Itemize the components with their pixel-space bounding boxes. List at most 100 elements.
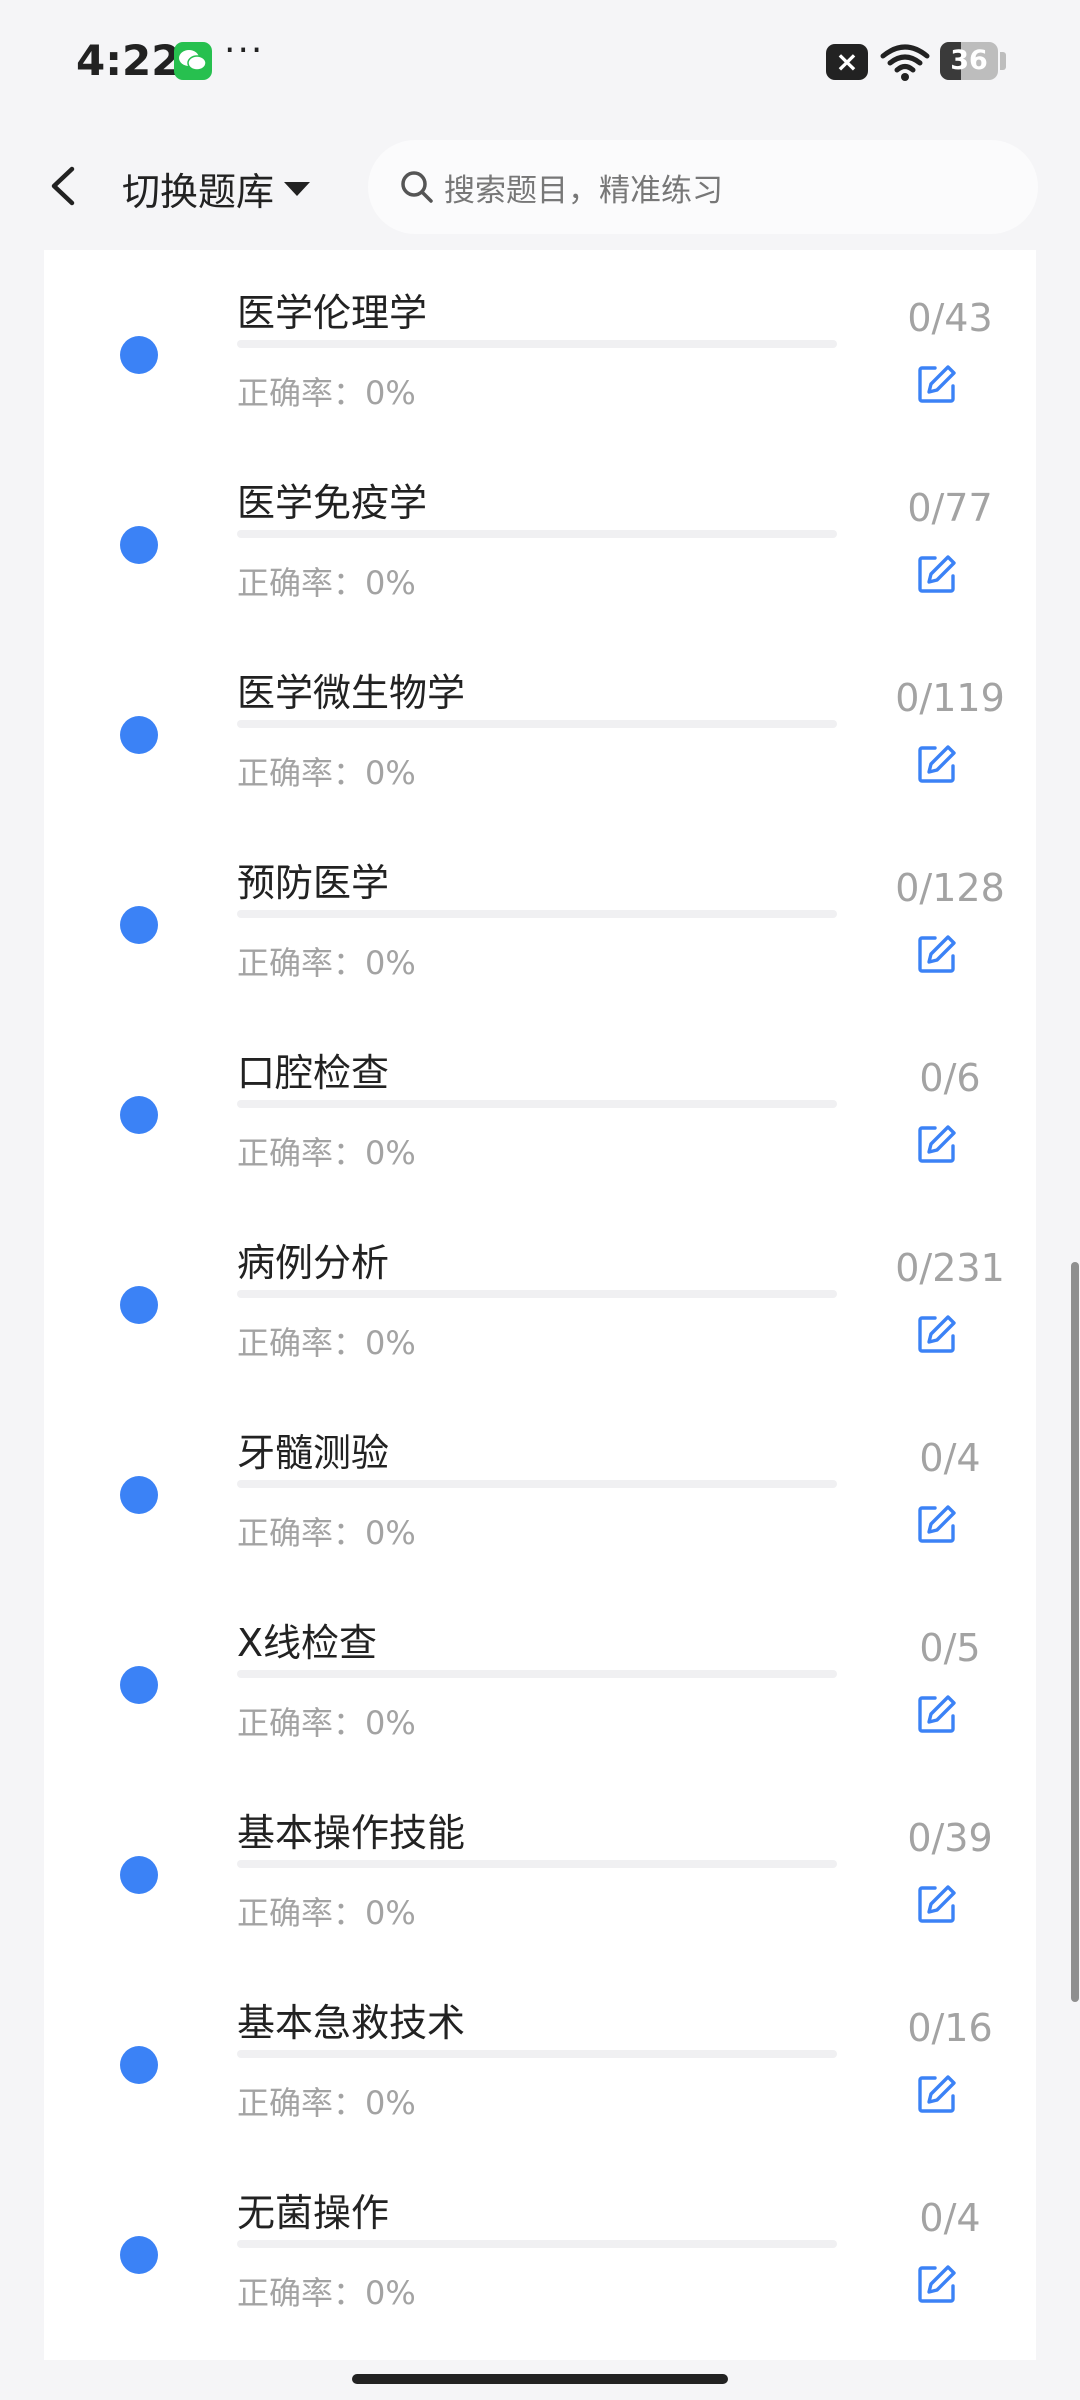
caret-down-icon — [284, 181, 311, 196]
accuracy-text: 正确率：0% — [237, 1134, 416, 1172]
edit-icon — [918, 2265, 956, 2303]
home-indicator[interactable] — [352, 2374, 728, 2384]
edit-practice-button[interactable] — [915, 1692, 959, 1736]
bullet-dot — [120, 336, 158, 374]
chapter-item[interactable]: 口腔检查 正确率：0% 0/6 — [44, 1010, 1036, 1200]
bullet-dot — [120, 1096, 158, 1134]
chapter-item[interactable]: 牙髓测验 正确率：0% 0/4 — [44, 1390, 1036, 1580]
question-count: 0/77 — [907, 486, 993, 530]
battery-icon: 36 — [940, 42, 998, 80]
edit-practice-button[interactable] — [915, 932, 959, 976]
progress-track — [237, 340, 837, 348]
progress-track — [237, 1670, 837, 1678]
edit-practice-button[interactable] — [915, 2262, 959, 2306]
accuracy-text: 正确率：0% — [237, 1514, 416, 1552]
chapter-item[interactable]: 预防医学 正确率：0% 0/128 — [44, 820, 1036, 1010]
edit-icon — [918, 1885, 956, 1923]
bullet-dot — [120, 716, 158, 754]
progress-track — [237, 1290, 837, 1298]
more-notifications-icon: ··· — [224, 30, 265, 71]
progress-track — [237, 2050, 837, 2058]
bullet-dot — [120, 906, 158, 944]
question-count: 0/16 — [907, 2006, 993, 2050]
status-bar: 4:22 ··· × 36 — [0, 0, 1080, 125]
chapter-item[interactable]: X线检查 正确率：0% 0/5 — [44, 1580, 1036, 1770]
edit-icon — [918, 1315, 956, 1353]
bullet-dot — [120, 1286, 158, 1324]
top-bar: 切换题库 搜索题目，精准练习 — [0, 125, 1080, 250]
accuracy-text: 正确率：0% — [237, 374, 416, 412]
chapter-title: X线检查 — [237, 1621, 378, 1665]
accuracy-text: 正确率：0% — [237, 754, 416, 792]
chapter-title: 基本操作技能 — [237, 1811, 466, 1855]
back-arrow-icon — [51, 166, 75, 206]
chapter-title: 无菌操作 — [237, 2191, 390, 2235]
accuracy-text: 正确率：0% — [237, 1324, 416, 1362]
clock: 4:22 — [76, 36, 181, 85]
wifi-icon — [880, 42, 930, 86]
question-count: 0/6 — [919, 1056, 981, 1100]
edit-practice-button[interactable] — [915, 742, 959, 786]
edit-icon — [918, 935, 956, 973]
chapter-title: 医学微生物学 — [237, 671, 466, 715]
chapter-title: 医学伦理学 — [237, 291, 428, 335]
no-sim-icon: × — [826, 44, 868, 80]
edit-practice-button[interactable] — [915, 1122, 959, 1166]
question-count: 0/119 — [895, 676, 1005, 720]
accuracy-text: 正确率：0% — [237, 564, 416, 602]
question-count: 0/4 — [919, 1436, 981, 1480]
battery-tip — [1000, 52, 1006, 70]
progress-track — [237, 720, 837, 728]
back-button[interactable] — [44, 161, 84, 211]
bullet-dot — [120, 1666, 158, 1704]
battery-level: 36 — [950, 45, 988, 76]
chapter-item[interactable]: 医学伦理学 正确率：0% 0/43 — [44, 250, 1036, 440]
chapter-item[interactable]: 医学微生物学 正确率：0% 0/119 — [44, 630, 1036, 820]
question-count: 0/128 — [895, 866, 1005, 910]
edit-practice-button[interactable] — [915, 1312, 959, 1356]
bullet-dot — [120, 2046, 158, 2084]
switch-bank-label: 切换题库 — [122, 170, 275, 214]
search-placeholder: 搜索题目，精准练习 — [444, 172, 723, 209]
bullet-dot — [120, 2236, 158, 2274]
edit-practice-button[interactable] — [915, 1502, 959, 1546]
question-count: 0/231 — [895, 1246, 1005, 1290]
search-icon — [401, 171, 433, 203]
progress-track — [237, 530, 837, 538]
chapter-item[interactable]: 病例分析 正确率：0% 0/231 — [44, 1200, 1036, 1390]
chapter-title: 基本急救技术 — [237, 2001, 466, 2045]
accuracy-text: 正确率：0% — [237, 944, 416, 982]
question-count: 0/5 — [919, 1626, 981, 1670]
chapter-list: ... 正确率：0% 0/90 医学伦理学 正确率：0% 0/43 医学免疫学 … — [44, 250, 1036, 2340]
edit-practice-button[interactable] — [915, 1882, 959, 1926]
chapter-title: 病例分析 — [237, 1241, 390, 1285]
chapter-list-card: ... 正确率：0% 0/90 医学伦理学 正确率：0% 0/43 医学免疫学 … — [44, 250, 1036, 2360]
search-input[interactable]: 搜索题目，精准练习 — [368, 140, 1038, 234]
bullet-dot — [120, 526, 158, 564]
question-count: 0/39 — [907, 1816, 993, 1860]
chapter-title: 牙髓测验 — [237, 1431, 390, 1475]
accuracy-text: 正确率：0% — [237, 2084, 416, 2122]
scrollbar[interactable] — [1071, 1262, 1079, 2002]
chapter-item[interactable]: 无菌操作 正确率：0% 0/4 — [44, 2150, 1036, 2340]
edit-practice-button[interactable] — [915, 2072, 959, 2116]
chapter-title: 医学免疫学 — [237, 481, 428, 525]
edit-icon — [918, 555, 956, 593]
chapter-title: 预防医学 — [237, 861, 390, 905]
progress-track — [237, 1860, 837, 1868]
edit-icon — [918, 745, 956, 783]
progress-track — [237, 910, 837, 918]
edit-practice-button[interactable] — [915, 552, 959, 596]
accuracy-text: 正确率：0% — [237, 1704, 416, 1742]
chapter-item[interactable]: 基本急救技术 正确率：0% 0/16 — [44, 1960, 1036, 2150]
wechat-icon — [174, 42, 212, 80]
edit-icon — [918, 365, 956, 403]
edit-practice-button[interactable] — [915, 362, 959, 406]
bullet-dot — [120, 1476, 158, 1514]
chapter-item[interactable]: 基本操作技能 正确率：0% 0/39 — [44, 1770, 1036, 1960]
edit-icon — [918, 1125, 956, 1163]
switch-bank-dropdown[interactable]: 切换题库 — [122, 161, 311, 216]
chapter-item[interactable]: 医学免疫学 正确率：0% 0/77 — [44, 440, 1036, 630]
progress-track — [237, 2240, 837, 2248]
edit-icon — [918, 1695, 956, 1733]
